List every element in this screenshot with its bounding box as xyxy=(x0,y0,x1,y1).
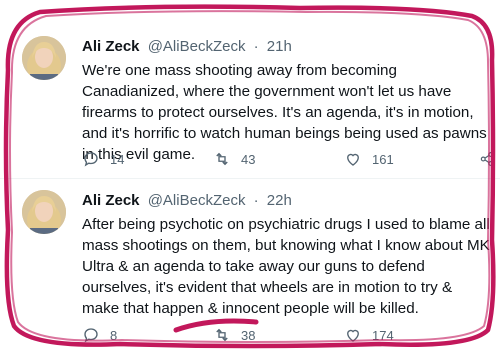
author-name[interactable]: Ali Zeck xyxy=(82,192,140,209)
reply-count: 14 xyxy=(110,151,125,167)
reply-count: 8 xyxy=(110,327,118,343)
tweet-text: After being psychotic on psychiatric dru… xyxy=(82,216,490,317)
action-bar: 8 38 174 xyxy=(82,326,500,346)
like-button[interactable]: 161 xyxy=(344,150,394,168)
tweet-header: Ali Zeck @AliBeckZeck · 21h xyxy=(82,38,292,55)
retweet-icon xyxy=(216,152,228,166)
timestamp[interactable]: 21h xyxy=(267,38,292,55)
retweet-icon xyxy=(216,328,228,342)
retweet-button[interactable]: 43 xyxy=(213,150,255,168)
retweet-button[interactable]: 38 xyxy=(213,326,255,344)
avatar-image xyxy=(22,190,66,234)
retweet-count: 38 xyxy=(241,327,256,343)
share-button[interactable] xyxy=(478,150,496,168)
author-handle[interactable]: @AliBeckZeck xyxy=(148,38,246,55)
reply-button[interactable]: 8 xyxy=(82,326,117,344)
like-count: 174 xyxy=(372,327,394,343)
share-icon xyxy=(480,152,494,166)
like-count: 161 xyxy=(372,151,394,167)
like-icon xyxy=(347,153,359,166)
author-handle[interactable]: @AliBeckZeck xyxy=(148,192,246,209)
separator-dot: · xyxy=(253,38,259,55)
like-button[interactable]: 174 xyxy=(344,326,394,344)
avatar[interactable] xyxy=(22,36,66,80)
tweet-header: Ali Zeck @AliBeckZeck · 22h xyxy=(82,192,292,209)
reply-button[interactable]: 14 xyxy=(82,150,124,168)
timestamp[interactable]: 22h xyxy=(267,192,292,209)
reply-icon xyxy=(84,328,98,343)
author-name[interactable]: Ali Zeck xyxy=(82,38,140,55)
avatar[interactable] xyxy=(22,190,66,234)
reply-icon xyxy=(84,152,98,167)
like-icon xyxy=(347,329,359,342)
tweet-divider xyxy=(0,178,500,179)
action-bar: 14 43 161 xyxy=(82,150,500,170)
retweet-count: 43 xyxy=(241,151,256,167)
avatar-image xyxy=(22,36,66,80)
separator-dot: · xyxy=(253,192,259,209)
